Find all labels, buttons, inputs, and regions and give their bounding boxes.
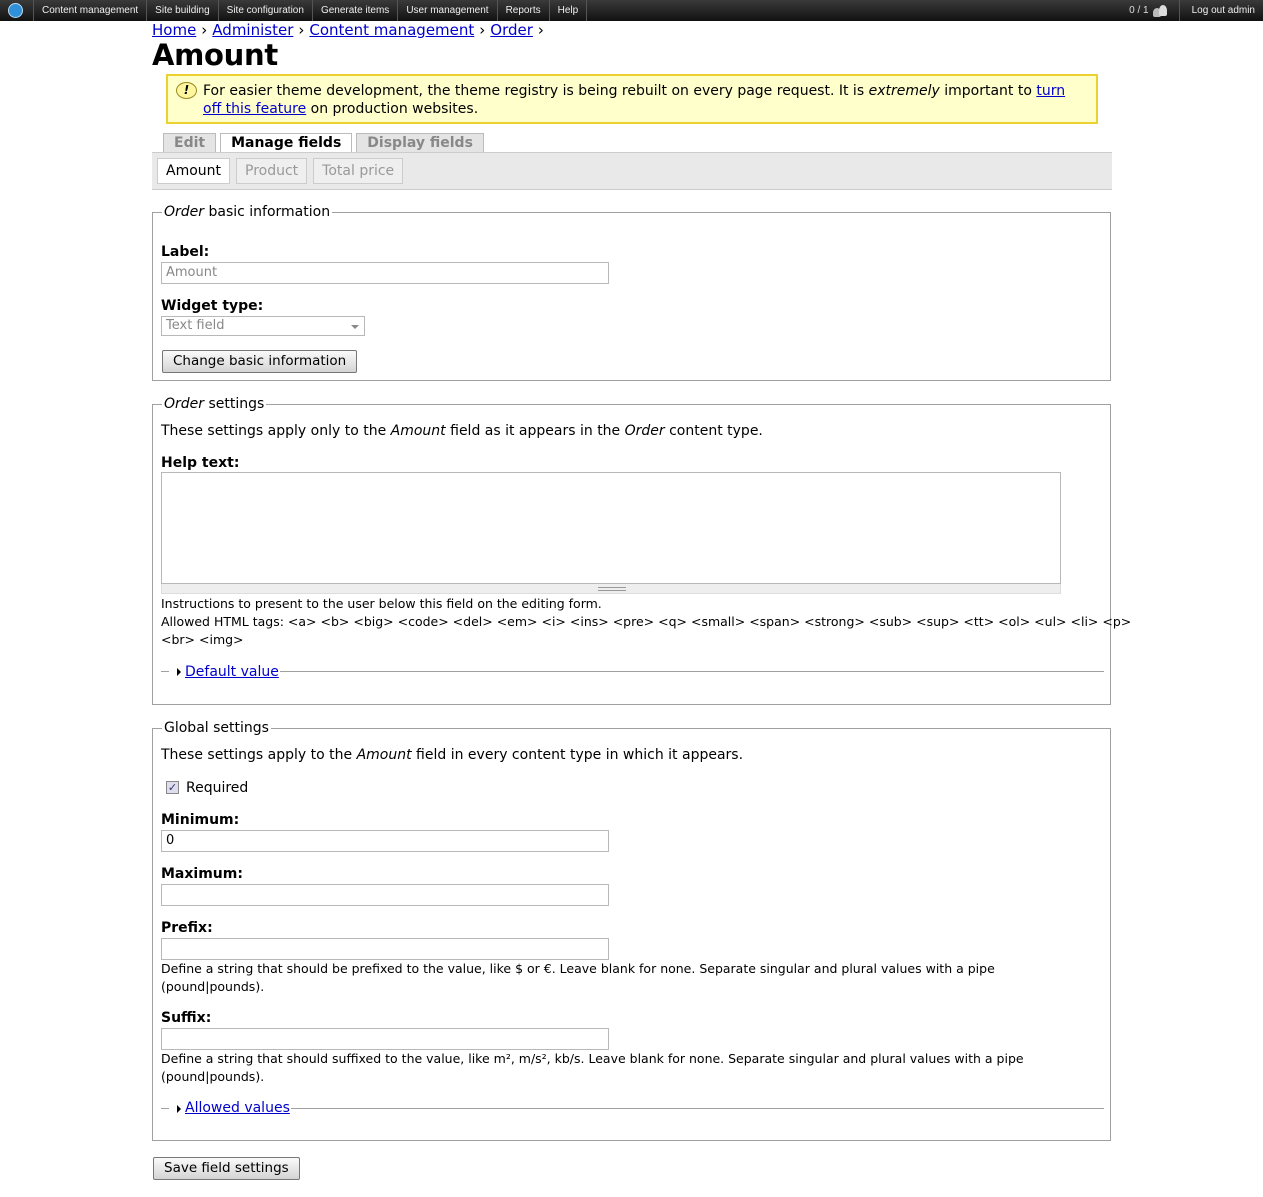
expand-triangle-icon[interactable] [177, 1105, 181, 1113]
legend-emphasis: Order [164, 204, 205, 220]
toolbar-right: 0 / 1 Log out admin [1129, 0, 1255, 21]
label-input[interactable]: Amount [161, 262, 609, 284]
order-settings-fieldset: Order settings These settings apply only… [152, 396, 1131, 705]
tab-amount[interactable]: Amount [157, 158, 231, 184]
intro-emphasis: Amount [390, 423, 446, 439]
legend-text: settings [204, 396, 265, 412]
menu-help[interactable]: Help [548, 0, 588, 21]
maximum-input[interactable] [161, 884, 609, 906]
widget-type-value: Text field [166, 318, 225, 333]
allowed-html-tags-cont: <br> <img> [161, 632, 244, 647]
required-label: Required [186, 780, 249, 796]
intro-emphasis: Order [624, 423, 665, 439]
warning-text-after: on production websites. [306, 101, 479, 117]
fieldset-legend: Global settings [162, 720, 271, 736]
intro-text: These settings apply to the [161, 747, 357, 763]
tab-product[interactable]: Product [236, 158, 308, 184]
divider [161, 1108, 169, 1109]
global-settings-fieldset: Global settings These settings apply to … [152, 720, 1111, 1141]
divider [280, 671, 1104, 672]
tab-edit[interactable]: Edit [163, 133, 217, 153]
prefix-description-cont: (pound|pounds). [161, 979, 265, 994]
menu-site-building[interactable]: Site building [146, 0, 217, 21]
suffix-description-cont: (pound|pounds). [161, 1069, 265, 1084]
admin-menu: Content management Site building Site co… [33, 0, 588, 21]
widget-type-label: Widget type: [161, 298, 264, 314]
warning-text-middle: important to [939, 83, 1037, 99]
intro-text: These settings apply only to the [161, 423, 391, 439]
breadcrumb-separator: › [479, 21, 486, 39]
maximum-label: Maximum: [161, 866, 243, 882]
users-icon[interactable] [1152, 4, 1167, 17]
breadcrumb-order[interactable]: Order [490, 21, 533, 39]
breadcrumb-administer[interactable]: Administer [212, 21, 293, 39]
warning-emphasis: extremely [868, 83, 940, 99]
admin-toolbar: Content management Site building Site co… [0, 0, 1263, 21]
help-text-textarea[interactable] [161, 472, 1061, 584]
required-checkbox[interactable]: ✓ [166, 781, 179, 794]
suffix-label: Suffix: [161, 1010, 212, 1026]
expand-triangle-icon[interactable] [177, 668, 181, 676]
menu-reports[interactable]: Reports [496, 0, 549, 21]
breadcrumb-separator: › [201, 21, 208, 39]
fieldset-legend: Order settings [162, 396, 267, 412]
breadcrumb-content-management[interactable]: Content management [309, 21, 474, 39]
logout-link[interactable]: Log out admin [1178, 0, 1255, 21]
prefix-input[interactable] [161, 938, 609, 960]
help-text-description: Instructions to present to the user belo… [161, 596, 602, 611]
intro-emphasis: Amount [356, 747, 412, 763]
primary-tabs: Edit Manage fields Display fields [163, 133, 488, 153]
grip-handle-icon [598, 587, 626, 591]
divider [161, 671, 169, 672]
minimum-input[interactable]: 0 [161, 830, 609, 852]
tab-manage-fields[interactable]: Manage fields [220, 133, 353, 153]
breadcrumb-separator: › [537, 21, 544, 39]
prefix-label: Prefix: [161, 920, 213, 936]
suffix-input[interactable] [161, 1028, 609, 1050]
divider [291, 1108, 1104, 1109]
basic-information-fieldset: Order basic information Label: Amount Wi… [152, 204, 1111, 381]
menu-user-management[interactable]: User management [397, 0, 496, 21]
intro-text: field as it appears in the [445, 423, 625, 439]
page-title: Amount [152, 38, 278, 72]
default-value-link[interactable]: Default value [185, 664, 279, 680]
warning-text-before: For easier theme development, the theme … [203, 83, 869, 99]
order-settings-intro: These settings apply only to the Amount … [161, 423, 763, 439]
tab-display-fields[interactable]: Display fields [356, 133, 484, 153]
tab-total-price[interactable]: Total price [313, 158, 404, 184]
allowed-html-tags: Allowed HTML tags: <a> <b> <big> <code> … [161, 614, 1132, 629]
breadcrumb-separator: › [298, 21, 305, 39]
chevron-down-icon [351, 325, 359, 329]
warning-message: ! For easier theme development, the them… [166, 74, 1098, 124]
suffix-description: Define a string that should suffixed to … [161, 1051, 1024, 1066]
menu-generate-items[interactable]: Generate items [311, 0, 397, 21]
widget-type-select[interactable]: Text field [161, 316, 365, 336]
help-text-label: Help text: [161, 455, 240, 471]
allowed-values-link[interactable]: Allowed values [185, 1100, 290, 1116]
legend-text: basic information [204, 204, 331, 220]
prefix-description: Define a string that should be prefixed … [161, 961, 995, 976]
warning-icon: ! [176, 82, 197, 99]
menu-content-management[interactable]: Content management [33, 0, 146, 21]
drupal-logo-icon[interactable] [8, 3, 23, 18]
fieldset-legend: Order basic information [162, 204, 333, 220]
minimum-label: Minimum: [161, 812, 240, 828]
legend-emphasis: Order [164, 396, 205, 412]
textarea-grippie[interactable] [161, 584, 1061, 594]
breadcrumb-home[interactable]: Home [152, 21, 196, 39]
label-field-label: Label: [161, 244, 210, 260]
intro-text: field in every content type in which it … [411, 747, 744, 763]
global-settings-intro: These settings apply to the Amount field… [161, 747, 743, 763]
intro-text: content type. [664, 423, 763, 439]
menu-site-configuration[interactable]: Site configuration [217, 0, 312, 21]
user-count[interactable]: 0 / 1 [1129, 5, 1148, 16]
secondary-tabs: Amount Product Total price [157, 158, 409, 184]
save-field-settings-button[interactable]: Save field settings [153, 1157, 300, 1180]
breadcrumb: Home › Administer › Content management › Order… [152, 21, 549, 39]
change-basic-information-button[interactable]: Change basic information [162, 350, 358, 373]
